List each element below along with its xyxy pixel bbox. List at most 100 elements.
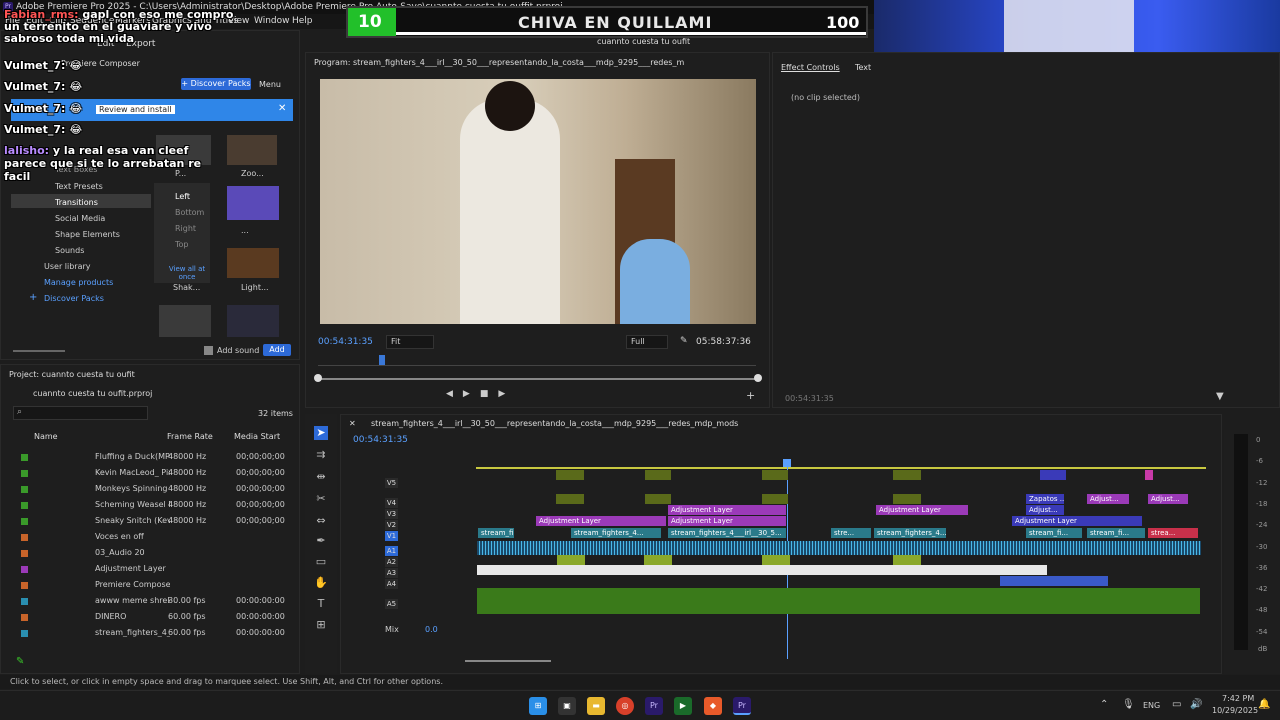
- timeline-clip[interactable]: Adjust...: [1087, 494, 1129, 504]
- tree-discover-packs[interactable]: Discover Packs: [44, 294, 104, 303]
- timeline-clip[interactable]: Adjustment Layer: [668, 516, 786, 526]
- timeline-clip[interactable]: [556, 470, 584, 480]
- language-indicator[interactable]: ENG: [1143, 701, 1160, 710]
- tree-transitions[interactable]: Transitions: [55, 198, 98, 207]
- audio-clip-a5[interactable]: [477, 588, 1200, 614]
- track-label-a1[interactable]: A1: [385, 546, 398, 556]
- zoom-slider[interactable]: [13, 350, 65, 352]
- stop-icon[interactable]: ■: [480, 389, 499, 399]
- playhead-marker[interactable]: [379, 355, 385, 365]
- brave-icon[interactable]: ◆: [704, 697, 722, 715]
- audio-clip-a3[interactable]: [477, 565, 1047, 575]
- audio-clip-a2[interactable]: [893, 555, 921, 565]
- track-label-a4[interactable]: A4: [385, 579, 398, 589]
- timeline-clip[interactable]: stream_fighters_4...: [571, 528, 661, 538]
- chrome-icon[interactable]: ◎: [616, 697, 634, 715]
- effect-controls-tab[interactable]: Effect Controls: [781, 63, 840, 72]
- hand-icon[interactable]: ✋: [314, 576, 328, 590]
- play-icon[interactable]: ▶: [463, 389, 480, 399]
- audio-clip-a2[interactable]: [557, 555, 585, 565]
- project-row[interactable]: Sneaky Snitch (Kevi 48000 Hz 00;00;00;00: [11, 514, 291, 530]
- rectangle-icon[interactable]: ▭: [314, 555, 328, 569]
- wrench-icon[interactable]: ✎: [680, 336, 688, 346]
- clock-date[interactable]: 10/29/2025: [1212, 706, 1258, 715]
- install-banner-text[interactable]: Review and install: [96, 105, 175, 114]
- project-row[interactable]: Fluffing a Duck(MP3 48000 Hz 00;00;00;00: [11, 450, 291, 466]
- close-icon[interactable]: ✕: [278, 103, 286, 114]
- menu-help[interactable]: Help: [292, 16, 313, 26]
- tree-manage-products[interactable]: Manage products: [44, 278, 113, 287]
- menu-window[interactable]: Window: [254, 16, 290, 26]
- timeline-clip[interactable]: Adjustment Layer: [536, 516, 666, 526]
- project-row[interactable]: Monkeys Spinning 48000 Hz 00;00;00;00: [11, 482, 291, 498]
- search-input[interactable]: [13, 406, 148, 420]
- network-icon[interactable]: ▭: [1172, 699, 1181, 710]
- timeline-clip[interactable]: Adjustment Layer: [876, 505, 968, 515]
- zoom-handle-right[interactable]: [754, 374, 762, 382]
- caption-icon[interactable]: ⊞: [314, 618, 328, 632]
- zoom-scrollbar[interactable]: [318, 378, 758, 380]
- project-row[interactable]: Scheming Weasel F 48000 Hz 00;00;00;00: [11, 498, 291, 514]
- volume-icon[interactable]: 🔊: [1190, 699, 1202, 710]
- timeline-clip[interactable]: stre...: [831, 528, 871, 538]
- ripple-edit-icon[interactable]: ⇹: [314, 470, 328, 484]
- timeline-clip[interactable]: [762, 494, 788, 504]
- timeline-clip[interactable]: stream_fi...: [1087, 528, 1145, 538]
- streaming-app-icon[interactable]: ▶: [674, 697, 692, 715]
- project-title[interactable]: Project: cuannto cuesta tu oufit: [9, 370, 135, 379]
- text-tab[interactable]: Text: [855, 63, 871, 72]
- razor-icon[interactable]: ✂: [314, 492, 328, 506]
- tree-user-library[interactable]: User library: [44, 262, 91, 271]
- position-right[interactable]: Right: [175, 224, 196, 233]
- timeline-clip[interactable]: stream_fi...: [478, 528, 514, 538]
- timeline-clip[interactable]: stream_fighters_4___irl__30_5...: [668, 528, 786, 538]
- timeline-clip[interactable]: stream_fi...: [1026, 528, 1082, 538]
- folder-icon[interactable]: ▬: [587, 697, 605, 715]
- premiere-active-icon[interactable]: Pr: [733, 697, 751, 715]
- add-button[interactable]: Add: [263, 344, 291, 356]
- audio-clip-a2[interactable]: [762, 555, 790, 565]
- menu-button[interactable]: Menu: [259, 80, 281, 89]
- timeline-clip[interactable]: [893, 494, 921, 504]
- thumb-2[interactable]: [227, 135, 277, 165]
- timeline-clip[interactable]: [1040, 470, 1066, 480]
- pen-icon[interactable]: ✒: [314, 534, 328, 548]
- timeline-clip[interactable]: Zapatos ...: [1026, 494, 1064, 504]
- track-label-v4[interactable]: V4: [385, 498, 398, 508]
- project-row[interactable]: Voces en off: [11, 530, 291, 546]
- audio-clip-a2[interactable]: [644, 555, 672, 565]
- view-all-link[interactable]: View all at once: [165, 265, 209, 281]
- slip-icon[interactable]: ⇔: [314, 514, 328, 528]
- project-row[interactable]: stream_fighters_4___irl__360.00 fps 00:00…: [11, 626, 291, 642]
- timeline-clip[interactable]: Adjustment Layer: [1012, 516, 1142, 526]
- premiere-icon[interactable]: Pr: [645, 697, 663, 715]
- pc-icon[interactable]: ▣: [558, 697, 576, 715]
- audio-clip-a1[interactable]: [477, 541, 1201, 555]
- timeline-clip[interactable]: Adjust...: [1026, 505, 1064, 515]
- tree-social-media[interactable]: Social Media: [55, 214, 105, 223]
- project-row[interactable]: Premiere Composer Files: [11, 578, 291, 594]
- step-back-icon[interactable]: ◀: [446, 389, 463, 399]
- timeline-scroll[interactable]: [465, 660, 551, 662]
- track-label-a5[interactable]: A5: [385, 599, 398, 609]
- thumb-3[interactable]: [227, 186, 279, 220]
- position-top[interactable]: Top: [175, 240, 189, 249]
- project-row[interactable]: 03_Audio 20: [11, 546, 291, 562]
- timeline-clip[interactable]: [1145, 470, 1153, 480]
- track-select-icon[interactable]: ⇉: [314, 448, 328, 462]
- timeline-clip[interactable]: [893, 470, 921, 480]
- position-left[interactable]: Left: [175, 192, 190, 201]
- timeline-timecode[interactable]: 00:54:31:35: [353, 435, 408, 445]
- col-name[interactable]: Name: [34, 432, 58, 441]
- timeline-title[interactable]: stream_fighters_4___irl__30_50___represe…: [371, 419, 738, 428]
- project-row[interactable]: Kevin MacLeod_ Pix 48000 Hz 00;00;00;00: [11, 466, 291, 482]
- type-icon[interactable]: T: [314, 597, 328, 611]
- timeline-clip[interactable]: [645, 470, 671, 480]
- project-row[interactable]: awww meme shrek letrero e30.00 fps 00:00:…: [11, 594, 291, 610]
- tree-text-presets[interactable]: Text Presets: [55, 182, 103, 191]
- mic-icon[interactable]: 🎙: [1122, 699, 1135, 710]
- position-bottom[interactable]: Bottom: [175, 208, 204, 217]
- project-row[interactable]: Adjustment Layer: [11, 562, 291, 578]
- col-media-start[interactable]: Media Start: [234, 432, 280, 441]
- project-row[interactable]: DINERO 60.00 fps 00:00:00:00: [11, 610, 291, 626]
